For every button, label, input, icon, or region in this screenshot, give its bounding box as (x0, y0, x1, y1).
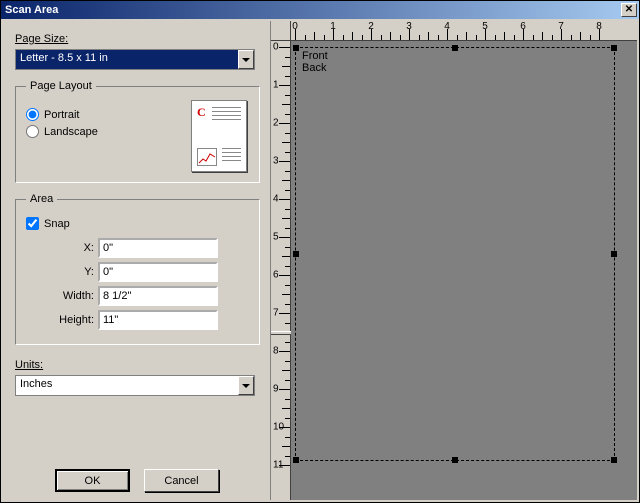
width-input[interactable] (98, 286, 218, 306)
page-side-labels: Front Back (302, 50, 328, 74)
y-input[interactable] (98, 262, 218, 282)
landscape-label: Landscape (44, 126, 98, 138)
portrait-label: Portrait (44, 109, 79, 121)
units-dropdown-button[interactable] (238, 376, 254, 395)
snap-checkbox[interactable] (26, 217, 39, 230)
resize-handle[interactable] (293, 45, 299, 51)
page-layout-legend: Page Layout (26, 80, 96, 92)
landscape-radio[interactable] (26, 125, 39, 138)
height-input[interactable] (98, 310, 218, 330)
scan-area-outline[interactable]: Front Back (295, 47, 615, 461)
chevron-down-icon (242, 58, 250, 62)
ok-button[interactable]: OK (55, 469, 130, 492)
chevron-down-icon (242, 384, 250, 388)
area-group: Area Snap X: Y: Width: (15, 193, 260, 345)
cancel-button[interactable]: Cancel (144, 469, 219, 492)
page-size-value: Letter - 8.5 x 11 in (16, 50, 238, 69)
page-preview-thumbnail: C (191, 100, 247, 172)
preview-panel: 012345678 01234567891011 Front Back (271, 21, 637, 500)
page-layout-group: Page Layout Portrait Landscape C (15, 80, 260, 183)
x-label: X: (26, 242, 98, 254)
resize-handle[interactable] (611, 251, 617, 257)
ruler-horizontal: 012345678 (291, 21, 637, 41)
resize-handle[interactable] (293, 457, 299, 463)
units-label: Units: (15, 359, 260, 371)
close-button[interactable]: ✕ (621, 3, 637, 17)
ruler-corner (271, 21, 291, 41)
units-dropdown[interactable]: Inches (15, 375, 255, 396)
resize-handle[interactable] (452, 457, 458, 463)
window-title: Scan Area (3, 4, 58, 16)
page-size-dropdown-button[interactable] (238, 50, 254, 69)
width-label: Width: (26, 290, 98, 302)
page-size-dropdown[interactable]: Letter - 8.5 x 11 in (15, 49, 255, 70)
resize-handle[interactable] (452, 45, 458, 51)
height-label: Height: (26, 314, 98, 326)
units-value: Inches (16, 376, 238, 395)
x-input[interactable] (98, 238, 218, 258)
y-label: Y: (26, 266, 98, 278)
resize-handle[interactable] (611, 45, 617, 51)
client-area: Page Size: Letter - 8.5 x 11 in Page Lay… (1, 19, 639, 502)
area-legend: Area (26, 193, 57, 205)
left-panel: Page Size: Letter - 8.5 x 11 in Page Lay… (3, 21, 271, 500)
snap-label: Snap (44, 218, 70, 230)
resize-handle[interactable] (293, 251, 299, 257)
portrait-radio[interactable] (26, 108, 39, 121)
ruler-vertical: 01234567891011 (271, 41, 291, 500)
resize-handle[interactable] (611, 457, 617, 463)
page-size-label: Page Size: (15, 33, 260, 45)
ruler-split (271, 331, 291, 335)
scan-area-dialog: Scan Area ✕ Page Size: Letter - 8.5 x 11… (0, 0, 640, 503)
titlebar[interactable]: Scan Area ✕ (1, 1, 639, 19)
preview-canvas[interactable]: Front Back (291, 41, 637, 500)
